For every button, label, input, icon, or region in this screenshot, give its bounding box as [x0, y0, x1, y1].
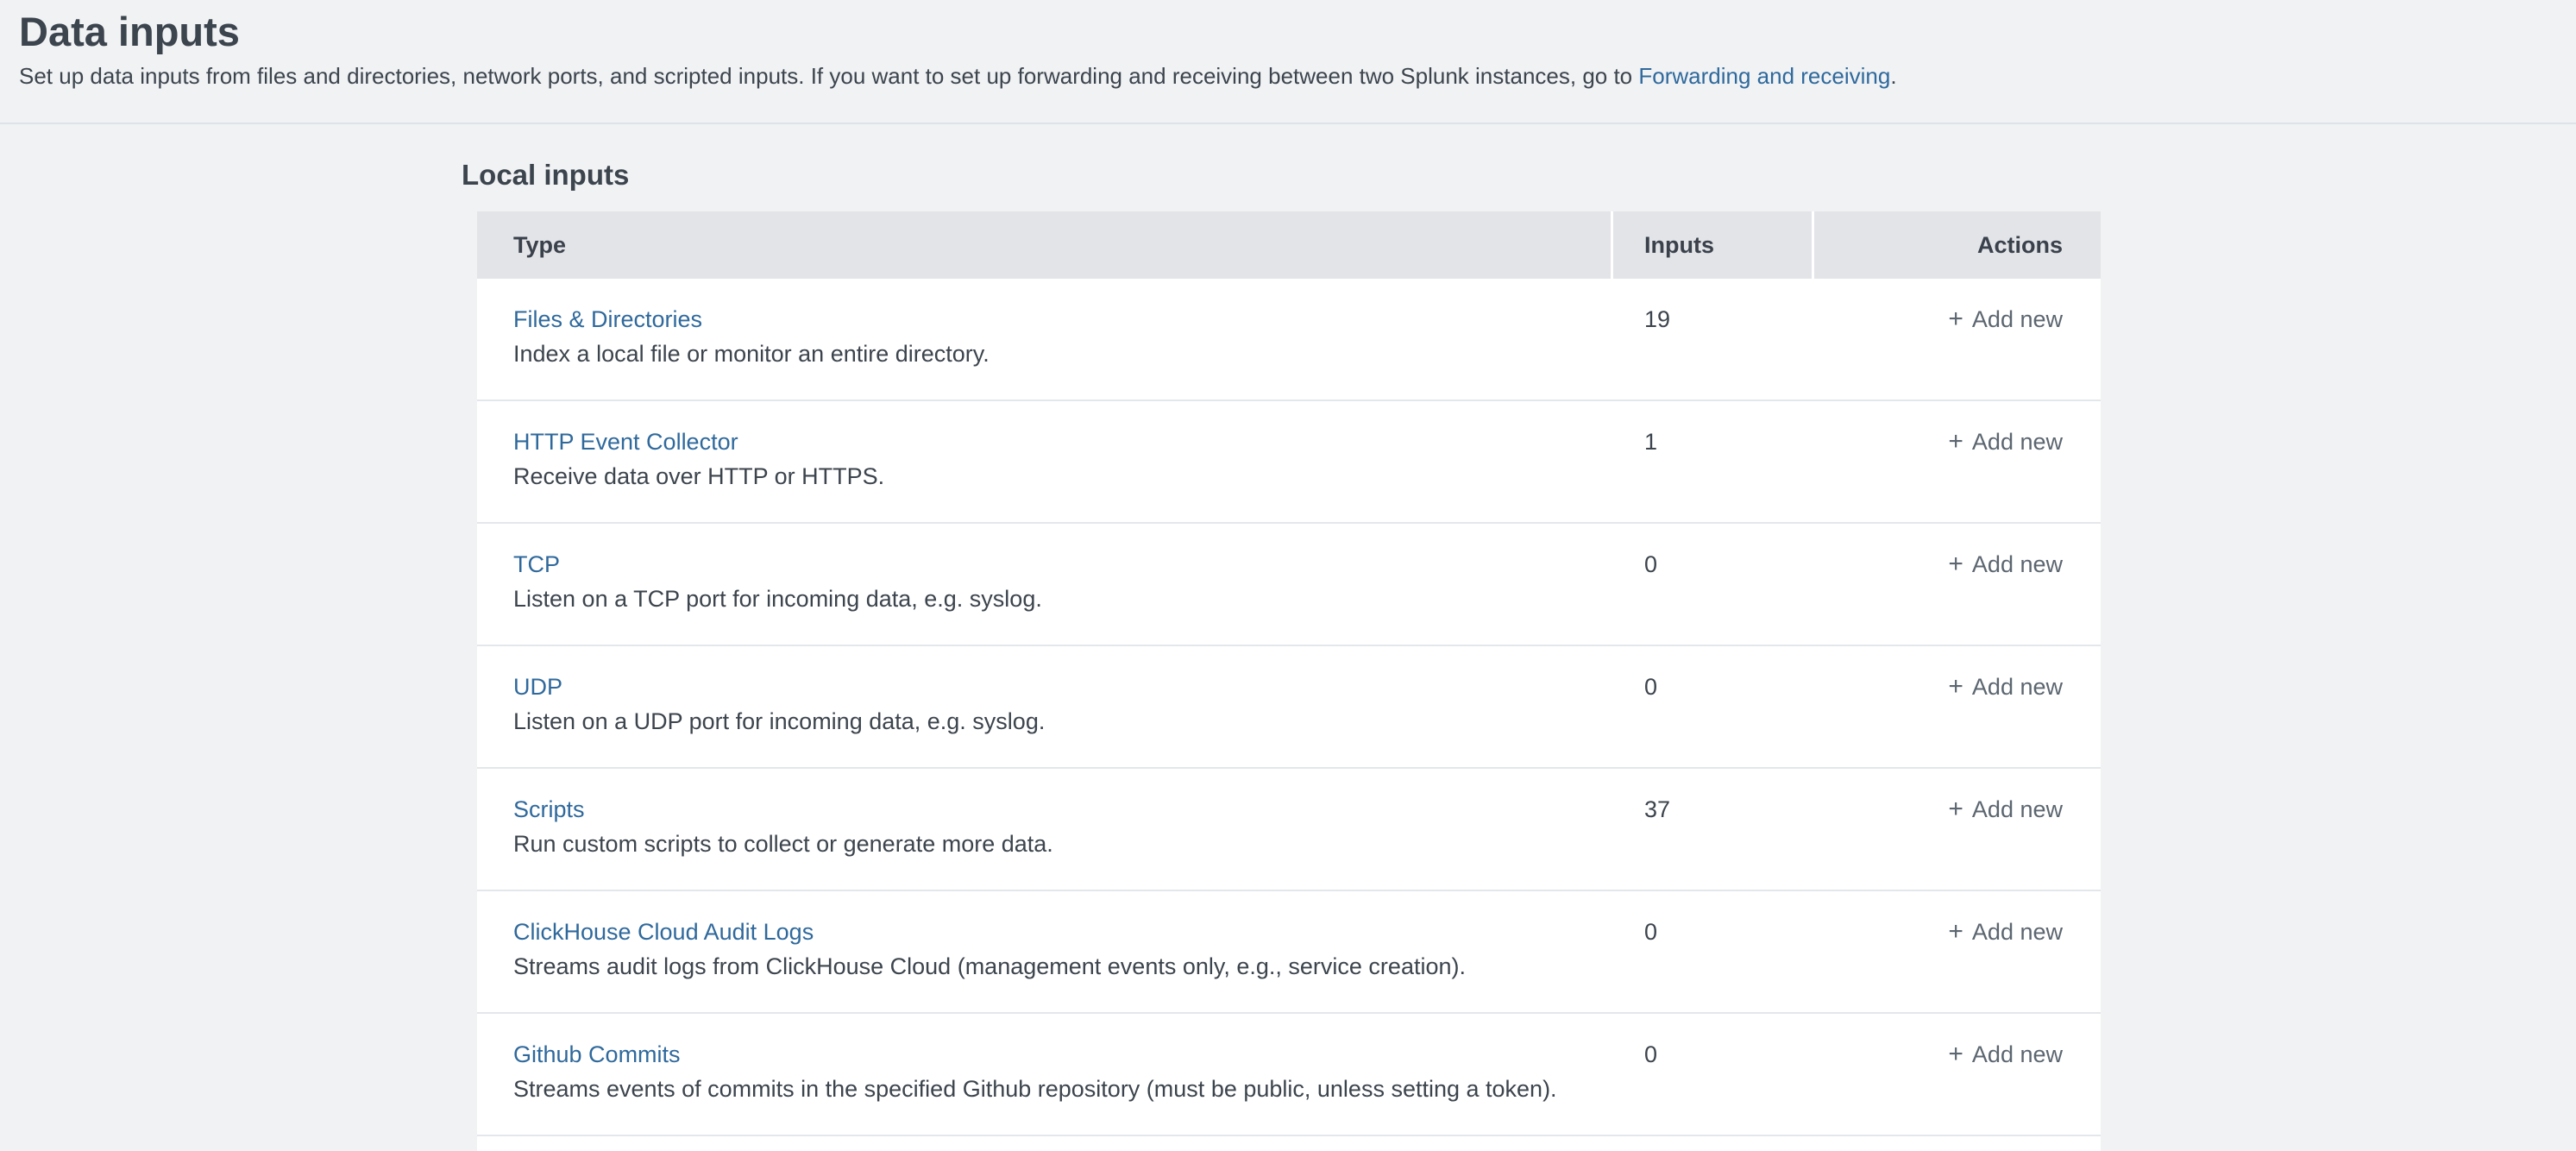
- column-header-actions: Actions: [1814, 211, 2101, 279]
- inputs-count: 19: [1613, 279, 1812, 399]
- add-new-link[interactable]: +Add new: [1948, 1041, 2063, 1067]
- actions-cell: + Add new: [1814, 646, 2101, 767]
- add-new-link[interactable]: +Add new: [1948, 796, 2063, 822]
- type-cell: UDP Listen on a UDP port for incoming da…: [477, 646, 1611, 767]
- column-header-type: Type: [477, 211, 1611, 279]
- type-cell: ClickHouse Cloud Audit Logs Streams audi…: [477, 891, 1611, 1012]
- inputs-count: 0: [1613, 891, 1812, 1012]
- column-header-inputs: Inputs: [1613, 211, 1812, 279]
- type-description: Listen on a UDP port for incoming data, …: [513, 704, 1611, 739]
- table-header-row: Type Inputs Actions: [477, 211, 2101, 279]
- table-row-github-commits: Github Commits Streams events of commits…: [477, 1014, 2101, 1136]
- table-row-udp: UDP Listen on a UDP port for incoming da…: [477, 646, 2101, 769]
- add-new-link[interactable]: +Add new: [1948, 306, 2063, 332]
- actions-cell: + Add new: [1814, 1014, 2101, 1135]
- type-cell: TCP Listen on a TCP port for incoming da…: [477, 524, 1611, 645]
- type-link[interactable]: Scripts: [513, 792, 585, 827]
- add-new-link[interactable]: +Add new: [1948, 429, 2063, 455]
- plus-icon: +: [1948, 1037, 1963, 1072]
- type-description: Receive data over HTTP or HTTPS.: [513, 459, 1611, 494]
- table-row-clickhouse-cloud-audit-logs: ClickHouse Cloud Audit Logs Streams audi…: [477, 891, 2101, 1014]
- add-new-label: Add new: [1972, 919, 2063, 945]
- inputs-count: 37: [1613, 769, 1812, 890]
- add-new-label: Add new: [1972, 796, 2063, 822]
- type-cell: Scripts Run custom scripts to collect or…: [477, 769, 1611, 890]
- inputs-count: 1: [1613, 401, 1812, 522]
- page-subtitle-text: Set up data inputs from files and direct…: [19, 63, 1638, 89]
- forwarding-and-receiving-link[interactable]: Forwarding and receiving: [1638, 63, 1890, 89]
- type-link[interactable]: TCP: [513, 547, 560, 582]
- page-header: Data inputs Set up data inputs from file…: [0, 0, 2576, 124]
- plus-icon: +: [1948, 792, 1963, 827]
- page-title: Data inputs: [19, 7, 2555, 57]
- add-new-link[interactable]: +Add new: [1948, 551, 2063, 577]
- page-subtitle-period: .: [1890, 63, 1896, 89]
- type-description: Streams events of commits in the specifi…: [513, 1072, 1611, 1106]
- type-link[interactable]: UDP: [513, 670, 562, 704]
- actions-cell: + Add new: [1814, 769, 2101, 890]
- table-row-files-directories: Files & Directories Index a local file o…: [477, 279, 2101, 401]
- local-inputs-table: Type Inputs Actions Files & Directories …: [477, 211, 2101, 1151]
- actions-cell: + Add new: [1814, 279, 2101, 399]
- add-new-label: Add new: [1972, 429, 2063, 455]
- plus-icon: +: [1948, 302, 1963, 336]
- inputs-count: 0: [1613, 524, 1812, 645]
- table-row-tcp: TCP Listen on a TCP port for incoming da…: [477, 524, 2101, 646]
- type-link[interactable]: Files & Directories: [513, 302, 702, 336]
- main-content: Local inputs Type Inputs Actions Files &…: [0, 124, 2576, 1151]
- type-cell: HTTP Event Collector Receive data over H…: [477, 401, 1611, 522]
- table-row-scripts: Scripts Run custom scripts to collect or…: [477, 769, 2101, 891]
- actions-cell: + Add new: [1814, 891, 2101, 1012]
- type-description: Run custom scripts to collect or generat…: [513, 827, 1611, 861]
- plus-icon: +: [1948, 670, 1963, 704]
- add-new-link[interactable]: +Add new: [1948, 919, 2063, 945]
- page-subtitle: Set up data inputs from files and direct…: [19, 61, 2555, 91]
- actions-cell: + Add new: [1814, 524, 2101, 645]
- partial-row: [477, 1136, 2101, 1151]
- add-new-link[interactable]: +Add new: [1948, 674, 2063, 700]
- type-link[interactable]: ClickHouse Cloud Audit Logs: [513, 915, 814, 949]
- type-cell: Files & Directories Index a local file o…: [477, 279, 1611, 399]
- add-new-label: Add new: [1972, 551, 2063, 577]
- plus-icon: +: [1948, 425, 1963, 459]
- type-description: Index a local file or monitor an entire …: [513, 336, 1611, 371]
- add-new-label: Add new: [1972, 1041, 2063, 1067]
- plus-icon: +: [1948, 915, 1963, 949]
- actions-cell: + Add new: [1814, 401, 2101, 522]
- add-new-label: Add new: [1972, 674, 2063, 700]
- inputs-count: 0: [1613, 1014, 1812, 1135]
- type-description: Listen on a TCP port for incoming data, …: [513, 582, 1611, 616]
- inputs-count: 0: [1613, 646, 1812, 767]
- plus-icon: +: [1948, 547, 1963, 582]
- type-description: Streams audit logs from ClickHouse Cloud…: [513, 949, 1611, 984]
- section-title-local-inputs: Local inputs: [462, 157, 2576, 192]
- type-link[interactable]: HTTP Event Collector: [513, 425, 738, 459]
- type-link[interactable]: Github Commits: [513, 1037, 681, 1072]
- add-new-label: Add new: [1972, 306, 2063, 332]
- type-cell: Github Commits Streams events of commits…: [477, 1014, 1611, 1135]
- table-row-http-event-collector: HTTP Event Collector Receive data over H…: [477, 401, 2101, 524]
